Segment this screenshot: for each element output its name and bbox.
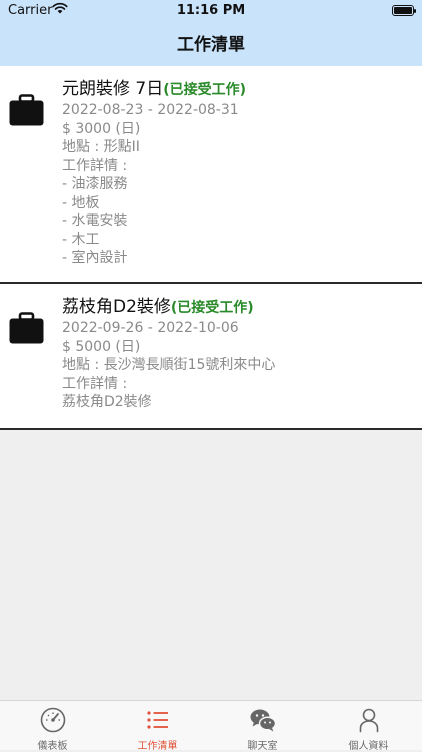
status-bar: Carrier 11:16 PM [0,0,422,22]
page-title: 工作清單 [177,35,245,55]
wechat-icon [250,709,277,732]
job-status-badge: (已接受工作) [170,300,254,316]
job-list: 元朗裝修 7日(已接受工作) 2022-08-23 - 2022-08-31 $… [0,66,422,430]
job-title-line: 元朗裝修 7日(已接受工作) [62,78,414,101]
tab-chatroom[interactable]: 聊天室 [210,701,315,752]
job-location: 地點 : 形點II [62,139,140,155]
job-title: 荔枝角D2裝修 [62,297,171,317]
job-detail-item: 荔枝角D2裝修 [62,394,152,410]
job-detail-item: - 室內設計 [62,250,128,266]
status-time: 11:16 PM [176,3,246,18]
list-icon [147,711,168,729]
briefcase-icon [9,312,44,344]
job-location: 地點 : 長沙灣長順街15號利來中心 [62,357,276,373]
person-icon [359,708,379,733]
job-detail-item: - 水電安裝 [62,213,128,229]
job-detail-item: - 木工 [62,231,100,248]
briefcase-icon [9,94,44,126]
job-dates: 2022-08-23 - 2022-08-31 [62,102,239,118]
tab-job-list[interactable]: 工作清單 [105,701,210,752]
job-card[interactable]: 荔枝角D2裝修(已接受工作) 2022-09-26 - 2022-10-06 $… [0,284,422,430]
tab-dashboard[interactable]: 儀表板 [0,701,105,752]
battery-icon [392,5,416,16]
job-title: 元朗裝修 7日 [62,79,164,99]
job-price: $ 3000 (日) [62,120,141,137]
tab-bar: 儀表板 工作清單 聊天室 個人資料 [0,700,422,752]
job-price: $ 5000 (日) [62,338,141,355]
job-title-line: 荔枝角D2裝修(已接受工作) [62,296,414,319]
job-detail-item: - 地板 [62,194,100,211]
job-card[interactable]: 元朗裝修 7日(已接受工作) 2022-08-23 - 2022-08-31 $… [0,66,422,284]
speedometer-icon [40,707,66,733]
job-dates: 2022-09-26 - 2022-10-06 [62,320,239,336]
top-bar: Carrier 11:16 PM 工作清單 [0,0,422,66]
job-details-label: 工作詳情 : [62,157,128,174]
job-detail-item: - 油漆服務 [62,176,128,192]
job-status-badge: (已接受工作) [163,82,247,98]
job-details-label: 工作詳情 : [62,375,128,392]
tab-profile[interactable]: 個人資料 [316,701,421,752]
